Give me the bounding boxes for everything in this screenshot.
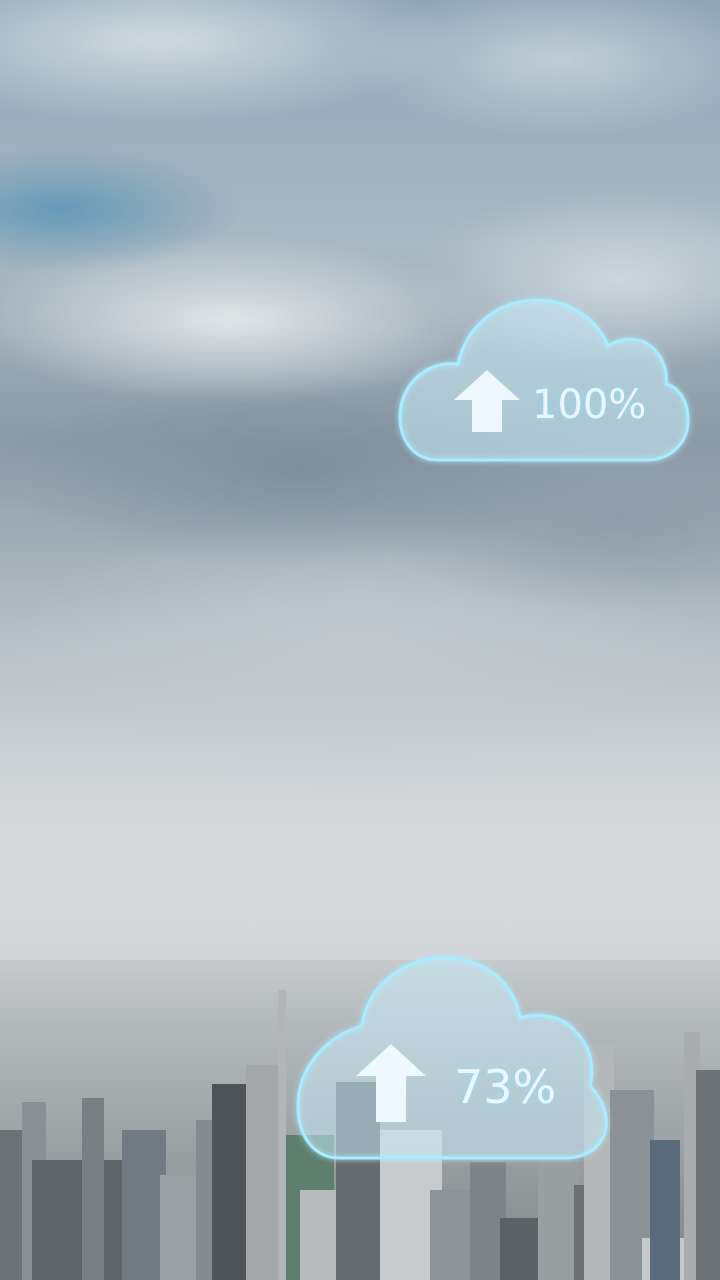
upload-badge-1: 100%: [398, 298, 690, 462]
upload-arrow-icon: [356, 1044, 426, 1122]
upload-progress-label: 100%: [532, 382, 647, 428]
cloud-upload-icon: [398, 298, 690, 462]
cloudy-sky: [0, 0, 720, 980]
upload-badge-2: 73%: [296, 956, 608, 1160]
upload-arrow-icon: [454, 370, 520, 432]
upload-progress-label: 73%: [454, 1060, 557, 1114]
cloud-upload-icon: [296, 956, 608, 1160]
